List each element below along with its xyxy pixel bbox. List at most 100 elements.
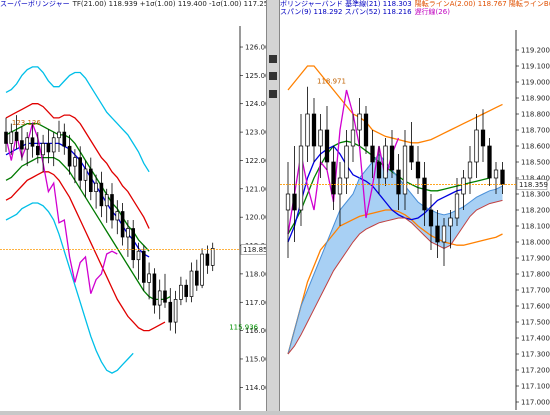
candle-body: [157, 290, 162, 306]
candle-body: [350, 129, 356, 147]
price-tick-label: 115.000: [245, 355, 266, 363]
candle-body: [104, 194, 109, 207]
price-tick-label: 117.300: [521, 351, 550, 359]
candle-body: [4, 131, 8, 144]
price-tick-label: 119.000: [521, 79, 550, 87]
price-tick-label: 117.800: [521, 271, 550, 279]
left-candlestick-chart[interactable]: 114.000115.000116.000117.000118.000119.0…: [0, 0, 266, 415]
candle-body: [184, 284, 189, 297]
price-tick-label: 117.100: [521, 383, 550, 391]
price-tick-label: 119.200: [521, 47, 550, 55]
candle-body: [422, 177, 427, 211]
price-tick-label: 122.000: [245, 157, 266, 165]
candle-body: [331, 161, 336, 195]
right-candlestick-chart[interactable]: 117.000 117.100 117.200 117.300 117.400 117.5…: [280, 0, 550, 415]
candle-body: [141, 250, 146, 283]
price-tick-label: 117.000: [521, 399, 550, 407]
price-tick-label: 118.000: [245, 270, 266, 278]
candle-body: [467, 161, 473, 179]
candle-body: [480, 129, 486, 147]
candle-body: [500, 169, 505, 185]
price-tick-label: 126.000: [245, 44, 266, 52]
candle-body: [115, 211, 120, 221]
candle-body: [298, 145, 304, 211]
candle-body: [357, 113, 362, 131]
candle-body: [57, 131, 61, 139]
price-tick-label: 118.900: [521, 95, 550, 103]
candle-body: [370, 145, 375, 163]
candle-body: [73, 157, 77, 167]
price-tick-label: 124.000: [245, 100, 266, 108]
candle-body: [441, 225, 447, 243]
series-line--2sigma: [5, 202, 134, 374]
price-tick-label: 114.000: [245, 384, 266, 392]
candle-body: [152, 273, 157, 306]
candle-body: [9, 131, 14, 144]
candle-body: [179, 284, 183, 300]
price-tick-label: 120.000: [245, 214, 266, 222]
candle-body: [147, 273, 151, 283]
candle-body: [448, 217, 453, 227]
candle-body: [435, 225, 440, 243]
candle-body: [415, 161, 421, 179]
candle-body: [46, 143, 51, 153]
candle-body: [14, 131, 19, 141]
price-tick-label: 123.000: [245, 129, 266, 137]
candle-body: [487, 145, 492, 179]
candle-body: [168, 301, 173, 323]
candle-body: [210, 248, 215, 266]
candle-body: [363, 113, 369, 147]
candle-body: [205, 253, 210, 266]
candle-body: [163, 290, 167, 303]
candle-body: [396, 169, 401, 195]
candle-body: [25, 137, 30, 150]
candle-body: [324, 129, 330, 163]
price-tick-label: 118.300: [521, 191, 550, 199]
candle-body: [83, 168, 88, 181]
candle-body: [173, 299, 178, 323]
candle-body: [285, 193, 291, 211]
panel-divider[interactable]: [266, 0, 280, 415]
horizontal-scrollbar[interactable]: [0, 411, 550, 415]
candle-body: [376, 161, 382, 179]
price-tick-label: 125.000: [245, 72, 266, 80]
divider-handle-icon[interactable]: [269, 90, 277, 98]
price-tick-label: 118.700: [521, 127, 550, 135]
cloud-fill-bullish: [489, 189, 496, 204]
candle-body: [189, 270, 194, 297]
price-tick-label: 118.100: [521, 223, 550, 231]
price-tick-label: 118.800: [521, 111, 550, 119]
candle-body: [383, 145, 388, 179]
candle-body: [311, 113, 317, 147]
divider-handle-icon[interactable]: [269, 55, 277, 63]
candle-body: [131, 228, 136, 261]
candle-body: [94, 182, 98, 192]
price-tick-label: 117.400: [521, 335, 550, 343]
candle-body: [41, 143, 45, 156]
candle-body: [88, 168, 93, 192]
candle-body: [62, 131, 67, 147]
price-tick-label: 121.000: [245, 185, 266, 193]
price-tick-label: 118.200: [521, 207, 550, 215]
candle-body: [78, 157, 83, 181]
divider-handle-icon[interactable]: [269, 72, 277, 80]
price-tick-label: 117.200: [521, 367, 550, 375]
price-tick-label: 117.000: [245, 299, 266, 307]
price-tick-label: 117.500: [521, 319, 550, 327]
current-price-label: 118.859: [243, 246, 266, 254]
left-chart-panel: スーパーボリンジャー TF(21.00) 118.939 +1σ(1.00) 11…: [0, 0, 266, 415]
right-chart-panel: ボリンジャーバンド 基準線(21) 118.303 陽転ラインA(2.00) 11…: [280, 0, 550, 415]
candle-body: [428, 209, 434, 227]
current-price-label: 118.359: [519, 181, 548, 189]
price-annotation-label: 115.936: [229, 323, 258, 331]
price-tick-label: 118.500: [521, 159, 550, 167]
candle-body: [35, 145, 40, 156]
price-tick-label: 117.600: [521, 303, 550, 311]
cloud-fill-bullish: [366, 162, 373, 230]
candle-body: [337, 177, 343, 195]
candle-body: [20, 140, 24, 150]
candle-body: [389, 145, 395, 171]
price-annotation-label: 118.971: [317, 78, 346, 86]
price-tick-label: 118.600: [521, 143, 550, 151]
price-tick-label: 119.100: [521, 63, 550, 71]
